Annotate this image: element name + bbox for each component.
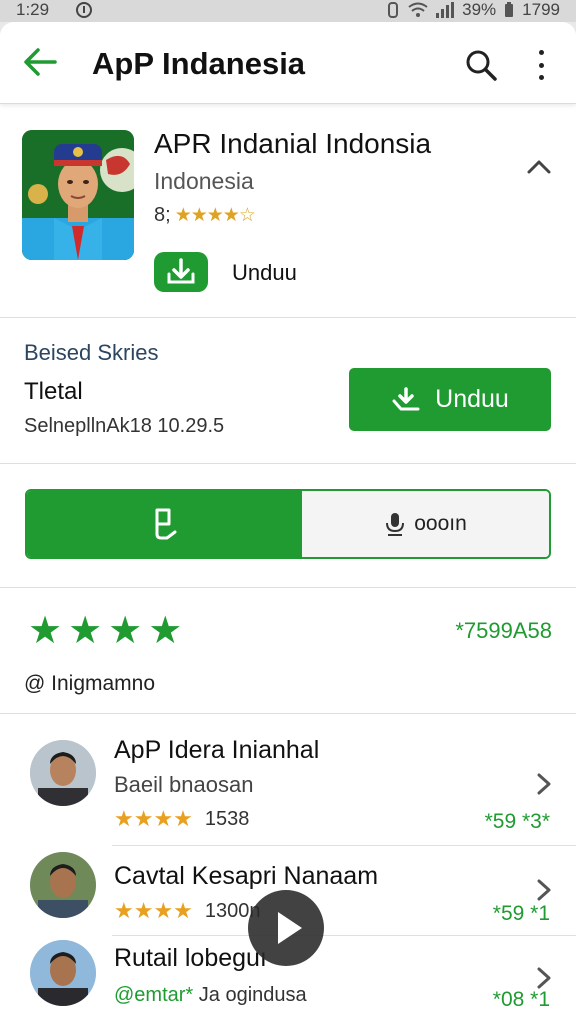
- list-item-stars: ★★★★: [114, 806, 193, 831]
- list-item-rating: ★★★★ 1538: [114, 806, 249, 832]
- rating-count: *7599A58: [455, 618, 552, 643]
- mic-icon: [386, 513, 405, 536]
- avatar: [30, 940, 96, 1006]
- download-label: Unduu: [435, 385, 509, 413]
- details-label: Tletal: [24, 378, 83, 405]
- back-button[interactable]: [22, 46, 58, 78]
- avatar: [30, 740, 96, 806]
- status-right-time: 1799: [522, 0, 560, 19]
- page-title: ApP Indanesia: [92, 46, 306, 81]
- search-icon: [466, 50, 497, 81]
- segmented-control: oooın: [25, 489, 551, 559]
- toggle-section: oooın: [0, 464, 576, 588]
- more-options-button[interactable]: [530, 50, 552, 80]
- list-item-title: Rutail lobeguı: [114, 944, 267, 972]
- dnd-icon: [76, 2, 92, 18]
- details-meta: SelnepllnAk18 10.29.5: [24, 415, 225, 437]
- chevron-right-icon: [537, 773, 551, 795]
- list-item-title: Cavtal Kesapri Nanaam: [114, 862, 379, 890]
- touch-icon: [155, 508, 176, 540]
- list-item-count: 1538: [204, 807, 250, 830]
- collapse-button[interactable]: [524, 156, 554, 176]
- download-icon: [392, 386, 420, 410]
- wifi-icon: [408, 2, 428, 17]
- status-time: 1:29: [16, 0, 50, 19]
- back-arrow-icon: [24, 48, 57, 76]
- app-subtitle: Indonesia: [154, 168, 254, 194]
- battery-icon: [505, 2, 514, 17]
- chevron-right-icon: [537, 879, 551, 901]
- list-item-stars: ★★★★: [114, 898, 193, 923]
- list-item-score: *59 *1: [492, 902, 550, 925]
- list-item-score: *59 *3*: [484, 810, 550, 833]
- download-icon: [167, 258, 195, 284]
- app-header: APR Indanial Indonsia Indonesia 8; ★★★★☆…: [0, 106, 576, 318]
- list-item[interactable]: ApP Idera Inianhal Baeil bnaosan ★★★★ 15…: [0, 714, 576, 833]
- list-item-score: *08 *1: [492, 988, 550, 1011]
- app-details-screen: ApP Indanesia APR Indanial Indonsia Indo…: [0, 22, 576, 1024]
- app-bar: ApP Indanesia: [0, 22, 576, 104]
- battery-text: 39%: [462, 0, 497, 19]
- status-icons: 39% 1799: [386, 0, 560, 20]
- chevron-up-icon: [527, 160, 551, 174]
- app-name: APR Indanial Indonsia: [154, 128, 432, 159]
- app-rating-value: 8;: [154, 204, 171, 226]
- chevron-right-icon: [537, 967, 551, 989]
- segment-left[interactable]: [27, 491, 302, 557]
- rating-section: ★★★★ *7599A58 @ Inigmamno: [0, 588, 576, 714]
- rating-stars: ★★★★: [28, 610, 189, 652]
- segment-right-label: oooın: [414, 512, 467, 535]
- vibrate-icon: [388, 2, 399, 18]
- app-rating-stars: ★★★★☆: [174, 205, 256, 226]
- rating-user: @ Inigmamno: [24, 672, 156, 695]
- avatar: [30, 852, 96, 918]
- segment-right[interactable]: oooın: [302, 491, 549, 557]
- play-button[interactable]: [248, 890, 324, 966]
- install-button[interactable]: [154, 252, 208, 292]
- signal-icon: [436, 2, 455, 18]
- app-rating: 8; ★★★★☆: [154, 204, 256, 227]
- details-section: Beised Skries Tletal SelnepllnAk18 10.29…: [0, 318, 576, 464]
- list-item-title: ApP Idera Inianhal: [114, 736, 320, 764]
- download-button[interactable]: Unduu: [349, 368, 551, 431]
- list-item-handle: @emtar*: [114, 984, 194, 1006]
- details-heading: Beised Skries: [24, 340, 159, 365]
- search-button[interactable]: [464, 48, 498, 82]
- status-bar: 1:29 39% 1799: [0, 0, 576, 22]
- install-label[interactable]: Unduu: [232, 260, 297, 286]
- list-item-meta: @emtar* Ja ogindusa: [114, 984, 307, 1007]
- app-icon: [22, 130, 134, 260]
- list-item-extra: Ja ogindusa: [198, 984, 307, 1006]
- list-item-subtitle: Baeil bnaosan: [114, 772, 254, 797]
- list-item-rating: ★★★★ 1300n: [114, 898, 261, 924]
